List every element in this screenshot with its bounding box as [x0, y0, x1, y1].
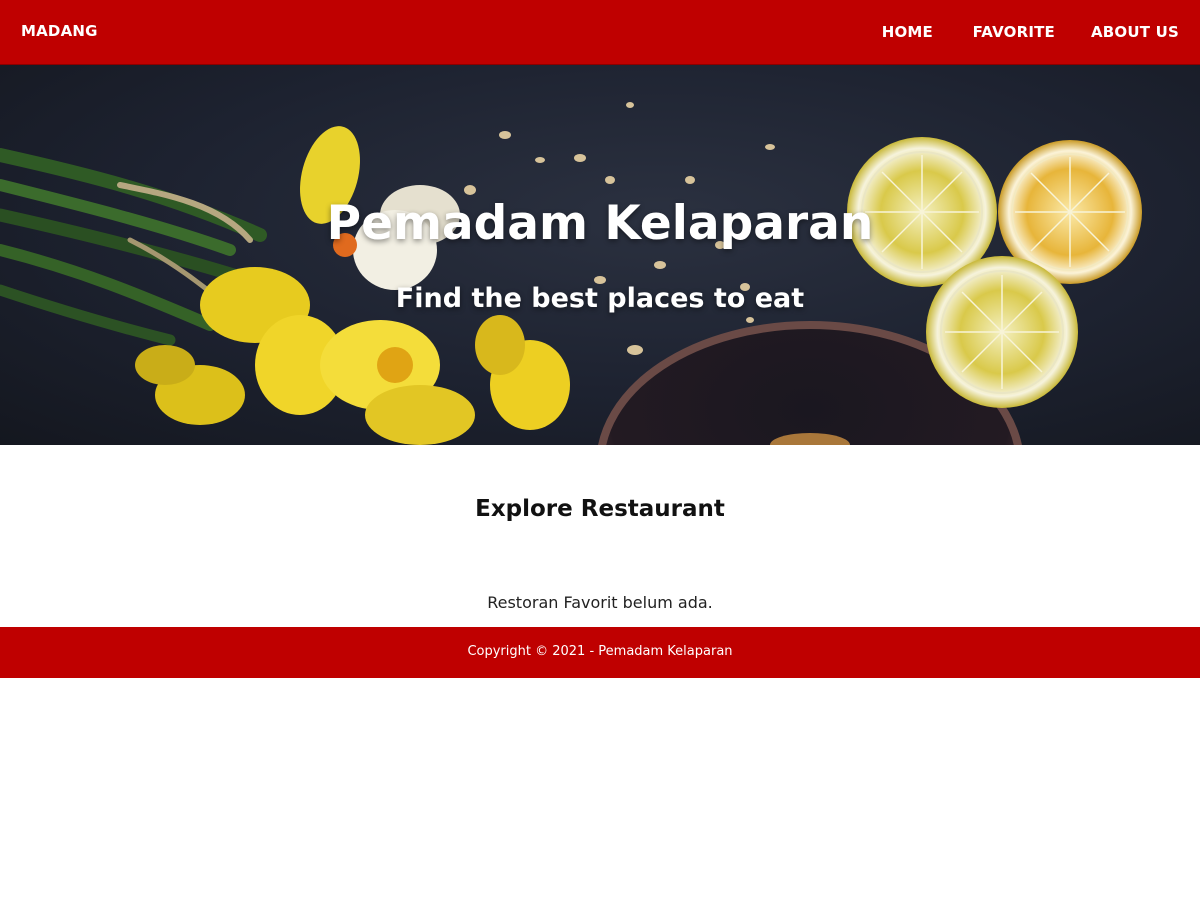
nav-item-favorite: FAVORITE — [973, 22, 1055, 41]
hero-background-image — [0, 102, 1142, 445]
hero-subtitle: Find the best places to eat — [395, 283, 805, 314]
section-title: Explore Restaurant — [475, 496, 725, 522]
nav-link-home[interactable]: HOME — [882, 23, 933, 41]
nav-item-about-us: ABOUT US — [1091, 22, 1179, 41]
navbar: MADANG HOME FAVORITE ABOUT US — [0, 0, 1200, 65]
brand-logo[interactable]: MADANG — [21, 22, 98, 40]
nav-link-favorite[interactable]: FAVORITE — [973, 23, 1055, 41]
empty-state-message: Restoran Favorit belum ada. — [487, 593, 713, 612]
nav-link-about-us[interactable]: ABOUT US — [1091, 23, 1179, 41]
hero-title: Pemadam Kelaparan — [326, 196, 874, 251]
hero-section: Pemadam Kelaparan Find the best places t… — [0, 65, 1200, 445]
footer: Copyright © 2021 - Pemadam Kelaparan — [0, 627, 1200, 678]
nav-item-home: HOME — [882, 22, 933, 41]
copyright-text: Copyright © 2021 - Pemadam Kelaparan — [467, 644, 733, 659]
